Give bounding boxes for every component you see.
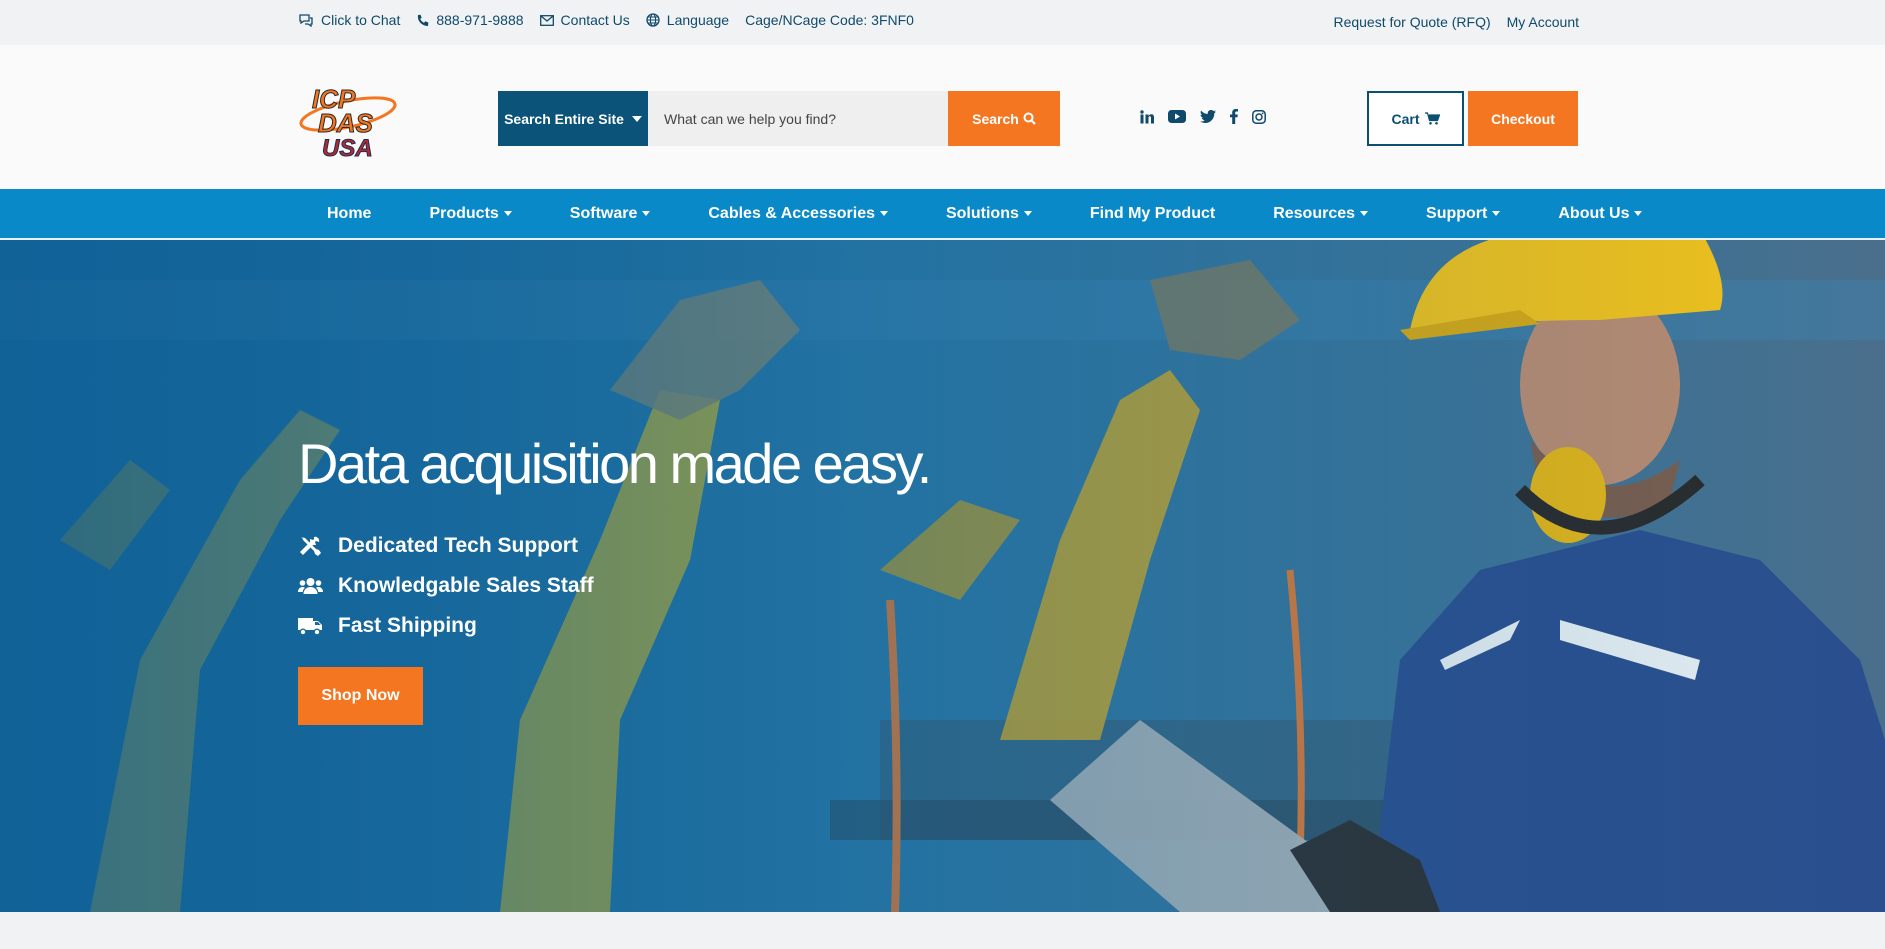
nav-item-software[interactable]: Software <box>541 205 680 223</box>
nav-item-home[interactable]: Home <box>298 205 400 223</box>
site-logo[interactable]: ICP DAS USA <box>298 80 400 163</box>
utility-links: Click to Chat 888-971-9888 Contact Us La… <box>298 12 930 28</box>
checkout-button[interactable]: Checkout <box>1468 91 1578 146</box>
nav-item-label: Resources <box>1273 204 1356 222</box>
cage-code: Cage/NCage Code: 3FNF0 <box>745 12 914 28</box>
nav-item-solutions[interactable]: Solutions <box>917 205 1061 223</box>
facebook-icon[interactable] <box>1230 109 1238 124</box>
social-links <box>1140 109 1280 124</box>
rfq-link[interactable]: Request for Quote (RFQ) <box>1333 14 1490 30</box>
globe-icon <box>646 13 660 27</box>
chat-link[interactable]: Click to Chat <box>298 12 400 28</box>
nav-item-label: About Us <box>1558 204 1630 222</box>
my-account-link[interactable]: My Account <box>1507 14 1579 30</box>
caret-down-icon <box>879 211 888 216</box>
hero-content: Data acquisition made easy. Dedicated Te… <box>298 432 932 725</box>
nav-item-cables-accessories[interactable]: Cables & Accessories <box>679 205 917 223</box>
main-nav-list: Home Products Software Cables & Accessor… <box>298 189 1671 238</box>
phone-icon <box>418 14 429 26</box>
search-input[interactable] <box>648 91 948 146</box>
nav-item-find-my-product[interactable]: Find My Product <box>1061 205 1244 223</box>
hero-feature-list: Dedicated Tech Support Knowledgable Sale… <box>298 526 930 646</box>
search-scope-label: Search Entire Site <box>504 110 624 127</box>
cart-icon <box>1424 112 1440 125</box>
main-nav: Home Products Software Cables & Accessor… <box>0 189 1885 240</box>
caret-down-icon <box>642 211 651 216</box>
svg-text:DAS: DAS <box>318 108 374 138</box>
below-hero-strip <box>0 912 1885 949</box>
hero-feature-label: Knowledgable Sales Staff <box>338 574 594 597</box>
shop-now-label: Shop Now <box>321 687 400 704</box>
language-label: Language <box>666 12 730 28</box>
nav-item-label: Products <box>429 204 499 222</box>
chat-icon <box>299 14 313 27</box>
search-button-label: Search <box>972 110 1019 127</box>
phone-link[interactable]: 888-971-9888 <box>416 12 524 28</box>
nav-item-label: Support <box>1426 204 1488 222</box>
svg-text:USA: USA <box>322 135 373 160</box>
nav-item-label: Home <box>327 204 372 222</box>
language-link[interactable]: Language <box>646 12 729 28</box>
caret-down-icon <box>1023 211 1032 216</box>
utility-bar: Click to Chat 888-971-9888 Contact Us La… <box>0 0 1885 45</box>
caret-down-icon <box>631 115 642 122</box>
contact-link[interactable]: Contact Us <box>539 12 630 28</box>
shop-now-button[interactable]: Shop Now <box>298 667 423 725</box>
cart-label: Cart <box>1391 110 1420 127</box>
hero-feature-label: Dedicated Tech Support <box>338 534 578 557</box>
hero-feature-item: Knowledgable Sales Staff <box>298 566 930 606</box>
chat-label: Click to Chat <box>321 12 401 28</box>
nav-item-label: Cables & Accessories <box>708 204 875 222</box>
nav-item-resources[interactable]: Resources <box>1244 205 1397 223</box>
hero-title: Data acquisition made easy. <box>298 432 932 495</box>
nav-item-label: Find My Product <box>1089 204 1216 222</box>
site-header: ICP DAS USA Search Entire Site Search Ca… <box>0 45 1885 189</box>
envelope-icon <box>539 14 554 26</box>
hero-banner: Data acquisition made easy. Dedicated Te… <box>0 240 1885 912</box>
hero-background-image <box>0 240 1885 912</box>
contact-label: Contact Us <box>560 12 630 28</box>
users-icon <box>298 578 323 594</box>
checkout-label: Checkout <box>1491 110 1555 127</box>
twitter-icon[interactable] <box>1200 110 1216 123</box>
caret-down-icon <box>1360 211 1369 216</box>
caret-down-icon <box>1634 211 1643 216</box>
nav-item-products[interactable]: Products <box>400 205 540 223</box>
cart-button[interactable]: Cart <box>1367 91 1464 146</box>
hero-feature-label: Fast Shipping <box>338 614 477 637</box>
truck-icon <box>298 618 322 636</box>
search-scope-dropdown[interactable]: Search Entire Site <box>498 91 648 146</box>
account-links: Request for Quote (RFQ) My Account <box>1317 14 1579 30</box>
caret-down-icon <box>1492 211 1501 216</box>
hero-feature-item: Dedicated Tech Support <box>298 526 930 566</box>
nav-item-support[interactable]: Support <box>1397 205 1529 223</box>
cage-code-label: Cage/NCage Code: 3FNF0 <box>745 12 914 28</box>
phone-label: 888-971-9888 <box>436 12 524 28</box>
hero-feature-item: Fast Shipping <box>298 606 930 646</box>
instagram-icon[interactable] <box>1252 109 1266 124</box>
nav-item-label: Solutions <box>945 204 1019 222</box>
caret-down-icon <box>503 211 512 216</box>
search-button[interactable]: Search <box>948 91 1060 146</box>
youtube-icon[interactable] <box>1168 110 1186 123</box>
nav-item-label: Software <box>569 204 638 222</box>
icp-das-usa-logo: ICP DAS USA <box>299 84 397 163</box>
linkedin-icon[interactable] <box>1140 109 1154 124</box>
search-icon <box>1023 112 1036 125</box>
tools-icon <box>300 536 321 556</box>
nav-item-about-us[interactable]: About Us <box>1529 205 1671 223</box>
